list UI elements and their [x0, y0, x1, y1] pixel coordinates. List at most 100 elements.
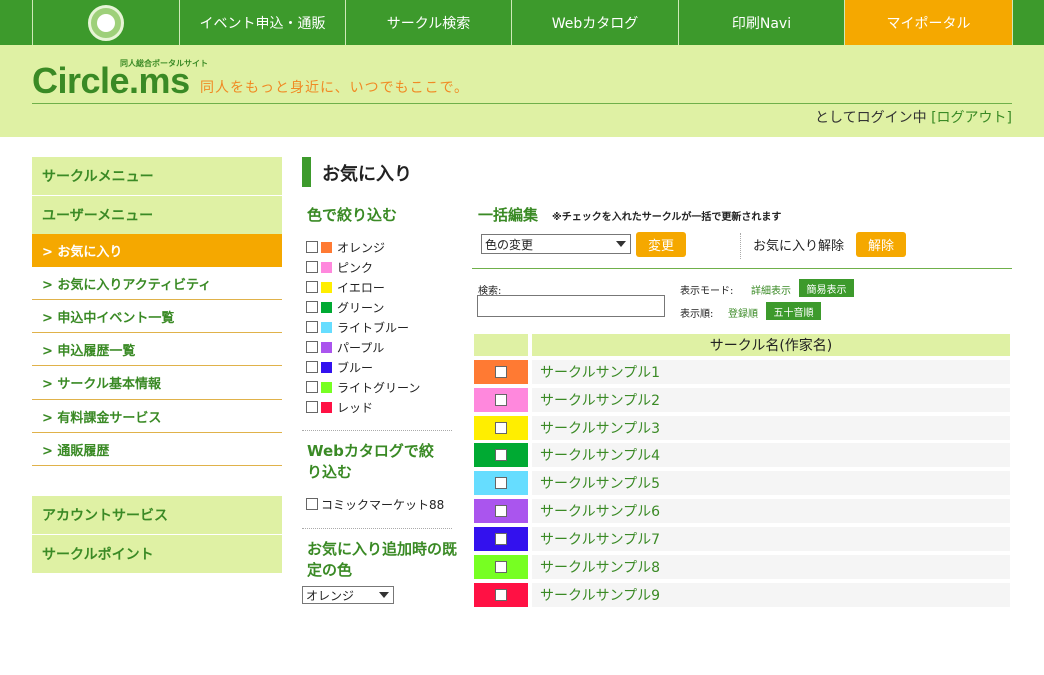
order-label: 表示順: — [680, 309, 714, 320]
change-button[interactable]: 変更 — [636, 232, 686, 257]
color-filter-item[interactable]: ブルー — [306, 357, 420, 377]
color-swatch — [321, 261, 332, 273]
sidebar-item-favorites[interactable]: > お気に入り — [32, 234, 282, 267]
color-filter-item[interactable]: グリーン — [306, 297, 420, 317]
row-checkbox[interactable] — [495, 588, 507, 601]
unfavorite-label: お気に入り解除 — [753, 239, 845, 254]
checkbox[interactable] — [306, 241, 318, 253]
row-checkbox[interactable] — [495, 560, 507, 573]
nav-circle-search[interactable]: サークル検索 — [345, 0, 511, 45]
table-row: サークルサンプル2 — [474, 387, 1010, 412]
color-filter-list: オレンジ ピンク イエロー グリーン ライトブルー パープル ブルー ライトグリ… — [306, 237, 420, 417]
color-filter-item[interactable]: ライトブルー — [306, 317, 420, 337]
color-label: レッド — [337, 400, 374, 415]
order-registered-link[interactable]: 登録順 — [728, 305, 758, 320]
sidebar-item-favorite-activity[interactable]: > お気に入りアクティビティ — [32, 267, 282, 300]
sidebar-item-circle-info[interactable]: > サークル基本情報 — [32, 366, 282, 400]
row-color-cell — [474, 443, 528, 468]
sidebar-circle-point[interactable]: サークルポイント — [32, 535, 282, 573]
color-label: オレンジ — [337, 240, 386, 255]
color-label: パープル — [337, 340, 385, 355]
color-filter-item[interactable]: イエロー — [306, 277, 420, 297]
circle-name-link[interactable]: サークルサンプル1 — [532, 359, 1010, 384]
circle-name-link[interactable]: サークルサンプル6 — [532, 499, 1010, 524]
color-swatch — [321, 301, 332, 313]
default-color-title: お気に入り追加時の既定の色 — [307, 540, 458, 579]
checkbox[interactable] — [306, 301, 318, 313]
filter-divider — [302, 430, 452, 431]
color-label: ピンク — [337, 260, 374, 275]
color-change-select[interactable]: 色の変更 — [481, 234, 631, 254]
table-row: サークルサンプル9 — [474, 582, 1010, 607]
row-color-cell — [474, 526, 528, 551]
display-mode-label: 表示モード: — [680, 286, 734, 297]
table-row: サークルサンプル8 — [474, 554, 1010, 579]
row-color-cell — [474, 554, 528, 579]
row-checkbox[interactable] — [495, 505, 507, 518]
color-swatch — [321, 381, 332, 393]
color-swatch — [321, 281, 332, 293]
circle-name-link[interactable]: サークルサンプル8 — [532, 554, 1010, 579]
checkbox[interactable] — [306, 261, 318, 273]
bulk-edit-title: 一括編集 — [478, 206, 539, 224]
checkbox[interactable] — [306, 401, 318, 413]
catalog-filter-item[interactable]: コミックマーケット88 — [306, 494, 444, 514]
row-color-cell — [474, 499, 528, 524]
row-checkbox[interactable] — [495, 393, 507, 406]
unfavorite-button[interactable]: 解除 — [856, 232, 906, 257]
nav-print-navi[interactable]: 印刷Navi — [678, 0, 844, 45]
circle-name-link[interactable]: サークルサンプル4 — [532, 443, 1010, 468]
checkbox[interactable] — [306, 341, 318, 353]
sidebar: サークルメニュー ユーザーメニュー > お気に入り > お気に入りアクティビティ… — [32, 157, 282, 466]
color-filter-item[interactable]: パープル — [306, 337, 420, 357]
color-filter-item[interactable]: オレンジ — [306, 237, 420, 257]
sidebar-circle-menu[interactable]: サークルメニュー — [32, 157, 282, 195]
nav-my-portal[interactable]: マイポータル — [844, 0, 1012, 45]
select-value: オレンジ — [306, 588, 355, 603]
circle-name-link[interactable]: サークルサンプル5 — [532, 471, 1010, 496]
section-divider — [472, 268, 1012, 269]
row-checkbox[interactable] — [495, 365, 507, 378]
table-row: サークルサンプル1 — [474, 359, 1010, 384]
color-swatch — [321, 401, 332, 413]
checkbox[interactable] — [306, 281, 318, 293]
row-checkbox[interactable] — [495, 421, 507, 434]
sidebar-user-menu[interactable]: ユーザーメニュー — [32, 196, 282, 234]
search-input[interactable] — [477, 295, 665, 317]
color-swatch — [321, 321, 332, 333]
color-filter-item[interactable]: ピンク — [306, 257, 420, 277]
circle-name-link[interactable]: サークルサンプル3 — [532, 415, 1010, 440]
sidebar-item-mailorder-history[interactable]: > 通販履歴 — [32, 433, 282, 466]
order-kana-button[interactable]: 五十音順 — [766, 302, 821, 320]
sidebar-item-paid-services[interactable]: > 有料課金サービス — [32, 400, 282, 433]
row-checkbox[interactable] — [495, 449, 507, 462]
display-simple-button[interactable]: 簡易表示 — [799, 279, 854, 297]
checkbox[interactable] — [306, 361, 318, 373]
nav-divider — [1012, 0, 1013, 45]
title-accent — [302, 157, 311, 187]
color-filter-item[interactable]: レッド — [306, 397, 420, 417]
checkbox[interactable] — [306, 381, 318, 393]
login-status: としてログイン中 [ログアウト] — [815, 107, 1012, 127]
catalog-filter-title: Webカタログで絞り込む — [307, 442, 434, 481]
row-checkbox[interactable] — [495, 477, 507, 490]
row-checkbox[interactable] — [495, 532, 507, 545]
circle-name-link[interactable]: サークルサンプル9 — [532, 582, 1010, 607]
home-logo-link[interactable] — [32, 0, 179, 45]
sidebar-item-applied-events[interactable]: > 申込中イベント一覧 — [32, 300, 282, 333]
sidebar-item-application-history[interactable]: > 申込履歴一覧 — [32, 333, 282, 366]
color-filter-item[interactable]: ライトグリーン — [306, 377, 420, 397]
sidebar-account-service[interactable]: アカウントサービス — [32, 496, 282, 534]
default-color-select[interactable]: オレンジ — [302, 586, 394, 604]
circle-name-link[interactable]: サークルサンプル2 — [532, 387, 1010, 412]
table-row: サークルサンプル7 — [474, 526, 1010, 551]
table-row: サークルサンプル3 — [474, 415, 1010, 440]
checkbox[interactable] — [306, 498, 318, 510]
circle-name-link[interactable]: サークルサンプル7 — [532, 526, 1010, 551]
checkbox[interactable] — [306, 321, 318, 333]
nav-web-catalog[interactable]: Webカタログ — [511, 0, 678, 45]
nav-event-application[interactable]: イベント申込・通販 — [179, 0, 345, 45]
logout-link[interactable]: [ログアウト] — [931, 110, 1012, 126]
display-detail-link[interactable]: 詳細表示 — [751, 282, 791, 297]
login-text: としてログイン中 — [815, 110, 927, 126]
